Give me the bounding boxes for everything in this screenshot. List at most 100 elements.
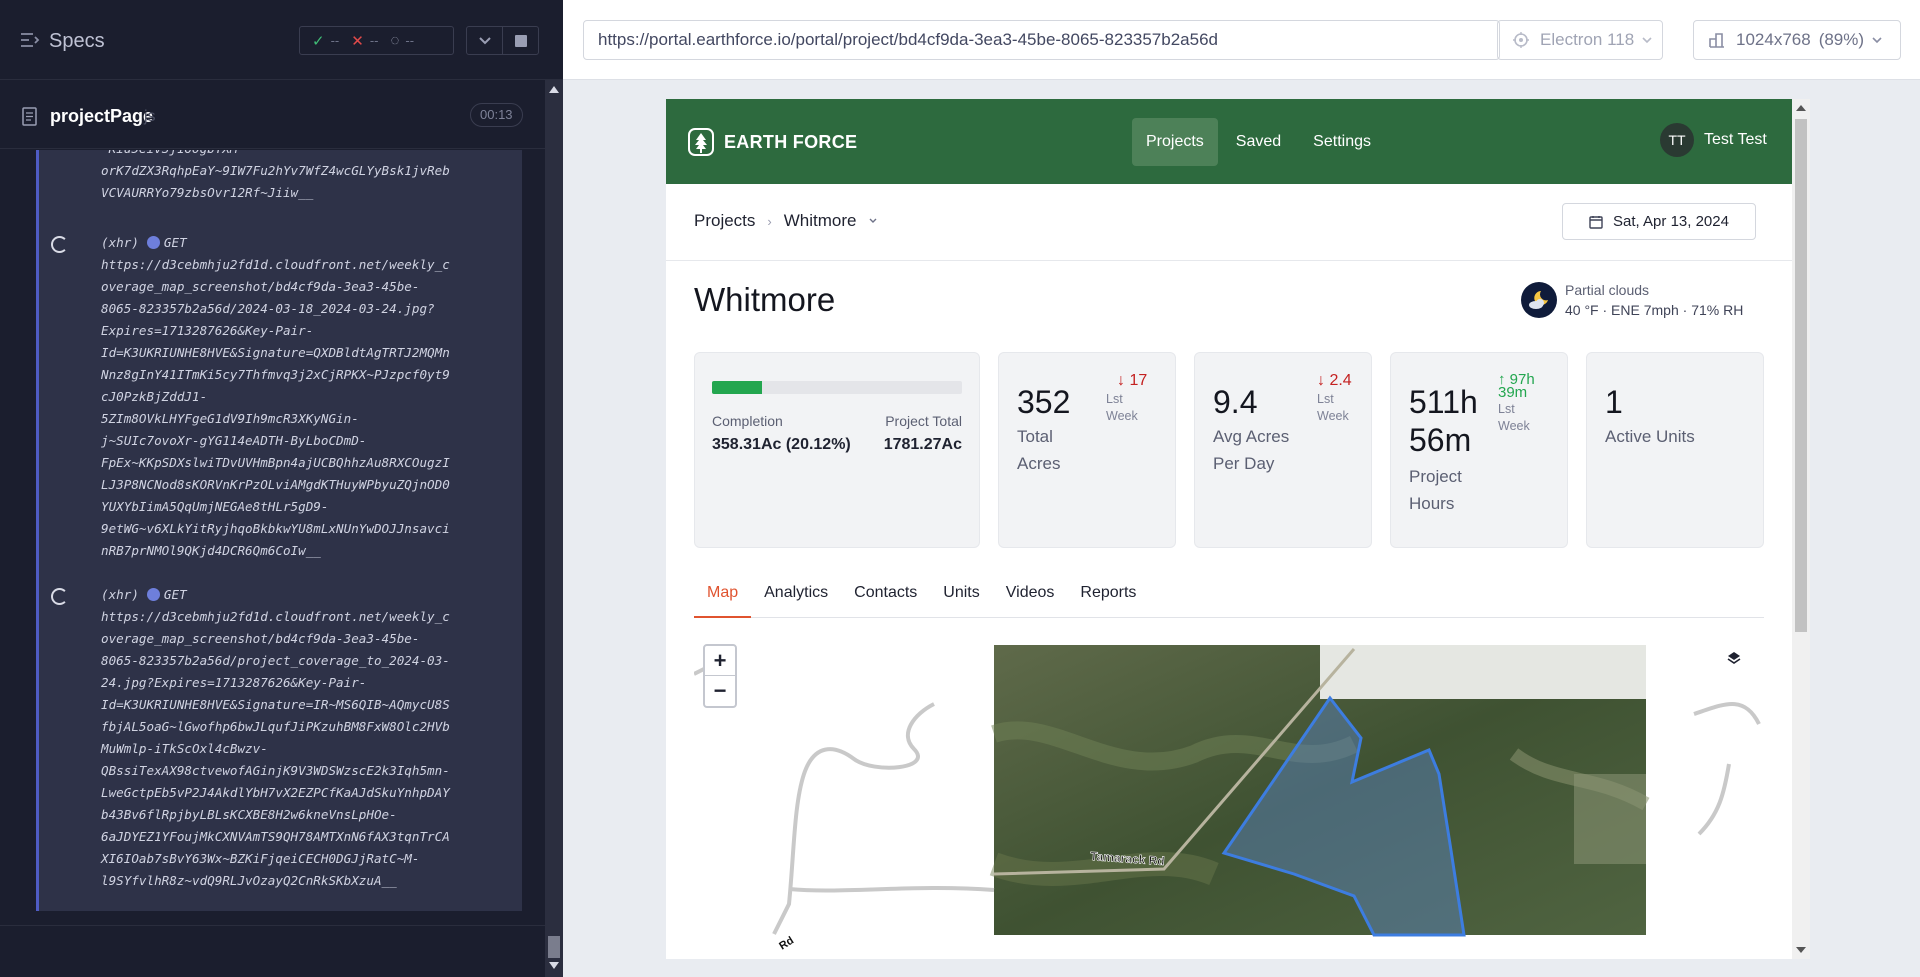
tab-videos[interactable]: Videos (993, 569, 1068, 618)
tab-reports[interactable]: Reports (1067, 569, 1149, 618)
log-entry-text: -Kiu5eivSj16OgbYXM- orK7dZX3RqhpEaY~9IW7… (101, 150, 450, 200)
metric-card-avg-acres: 9.4 Avg Acres Per Day ↓ 2.4 Lst Week (1194, 352, 1372, 548)
metric-card-active-units: 1 Active Units (1586, 352, 1764, 548)
breadcrumb-current[interactable]: Whitmore (784, 211, 877, 231)
weather-widget: Partial clouds 40 °F · ENE 7mph · 71% RH (1521, 282, 1743, 318)
metric-label: Project Hours (1409, 467, 1462, 513)
app-under-test: EARTH FORCE Projects Saved Settings TT T… (666, 99, 1810, 959)
passed-stat: ✓ -- (312, 32, 339, 50)
arrow-down-icon: ↓ (1317, 372, 1325, 389)
chevron-down-icon (1642, 36, 1652, 44)
log-method: (xhr) (101, 235, 139, 250)
metric-delta-value: 2.4 (1329, 372, 1352, 389)
spec-duration: 00:13 (470, 103, 523, 127)
failed-count: -- (369, 33, 379, 48)
weather-text: Partial clouds 40 °F · ENE 7mph · 71% RH (1565, 282, 1743, 318)
scroll-up-arrow[interactable] (1796, 105, 1806, 111)
arrow-down-icon: ↓ (1117, 372, 1125, 389)
xhr-status-icon (146, 236, 160, 249)
tab-analytics[interactable]: Analytics (751, 569, 841, 618)
project-total-label: Project Total (885, 413, 962, 429)
metric-delta: ↓ 17 (1117, 373, 1147, 389)
brand[interactable]: EARTH FORCE (688, 128, 857, 156)
metric-delta: ↑ 97h 39m (1498, 372, 1568, 400)
log-verb: GET (163, 235, 187, 250)
metric-delta: ↓ 2.4 (1317, 373, 1352, 389)
project-tabs: Map Analytics Contacts Units Videos Repo… (694, 569, 1764, 618)
tab-contacts[interactable]: Contacts (841, 569, 930, 618)
specs-title: Specs (49, 30, 105, 52)
nav-settings[interactable]: Settings (1299, 118, 1385, 166)
check-icon: ✓ (312, 32, 325, 50)
metric-value: 1 (1605, 384, 1623, 420)
run-stats: ✓ -- ✕ -- ◌ -- (299, 26, 454, 55)
user-name: Test Test (1704, 131, 1767, 148)
app-scrollbar[interactable] (1792, 99, 1810, 959)
user-menu[interactable]: TT Test Test (1660, 123, 1767, 157)
completion-progress-fill (712, 381, 763, 394)
zoom-in-button[interactable]: + (705, 646, 735, 676)
spinner-icon (51, 588, 68, 605)
tab-units[interactable]: Units (930, 569, 992, 618)
spec-row[interactable]: projectPage js 00:13 (0, 93, 545, 149)
browser-icon (1512, 31, 1530, 49)
test-options-button[interactable] (466, 26, 503, 55)
stop-button[interactable] (502, 26, 539, 55)
metric-delta-note: Lst Week (1317, 392, 1349, 423)
scroll-up-arrow[interactable] (549, 86, 559, 93)
viewport-scale: (89%) (1818, 30, 1865, 49)
date-label: Sat, Apr 13, 2024 (1613, 213, 1729, 230)
metric-label: Avg Acres Per Day (1213, 427, 1290, 473)
app-navbar: EARTH FORCE Projects Saved Settings TT T… (666, 99, 1792, 184)
metric-value: 352 (1017, 384, 1071, 420)
map-canvas[interactable]: Tamarack Rd Rd (694, 634, 1764, 959)
page-title: Whitmore (694, 281, 836, 318)
completion-progress-bar (712, 381, 962, 394)
avatar: TT (1660, 123, 1694, 157)
runner-panel: Specs ✓ -- ✕ -- ◌ -- projectPage js 00:1… (0, 0, 563, 977)
breadcrumb-current-label: Whitmore (783, 211, 857, 230)
chevron-right-icon: › (767, 213, 772, 229)
xhr-status-icon (146, 588, 160, 601)
tab-map[interactable]: Map (694, 569, 752, 618)
layers-icon (1727, 652, 1741, 664)
metric-delta-note: Lst Week (1106, 392, 1138, 423)
weather-moon-cloud-icon (1521, 282, 1557, 318)
zoom-out-button[interactable]: − (705, 676, 735, 706)
viewport-selector[interactable]: 1024x768 (89%) (1693, 20, 1901, 60)
nav-projects[interactable]: Projects (1132, 118, 1218, 166)
satellite-imagery-clear (1320, 645, 1646, 699)
calendar-icon (1589, 215, 1603, 229)
breadcrumb-projects[interactable]: Projects (694, 211, 755, 231)
aut-header: https://portal.earthforce.io/portal/proj… (563, 0, 1920, 80)
nav-saved[interactable]: Saved (1222, 118, 1295, 166)
metric-label: Total Acres (1017, 427, 1061, 473)
log-entry-header: (xhr) GET (101, 584, 511, 606)
log-scrollbar[interactable] (545, 80, 563, 977)
metric-delta-note: Lst Week (1498, 402, 1530, 433)
layers-button[interactable] (1726, 650, 1742, 671)
scroll-down-arrow[interactable] (549, 962, 559, 969)
scrollbar-thumb[interactable] (548, 936, 560, 958)
specs-list-icon[interactable] (20, 32, 40, 48)
metric-value: 511h 56m (1409, 384, 1478, 458)
url-field[interactable]: https://portal.earthforce.io/portal/proj… (583, 20, 1500, 60)
log-verb: GET (163, 587, 187, 602)
x-icon: ✕ (351, 32, 364, 50)
completion-value: 358.31Ac (20.12%) (712, 436, 851, 453)
viewport-size: 1024x768 (1736, 30, 1811, 49)
specs-header: Specs ✓ -- ✕ -- ◌ -- (0, 0, 563, 80)
road-label-rd: Rd (777, 935, 796, 953)
weather-condition: Partial clouds (1565, 282, 1650, 298)
scrollbar-thumb[interactable] (1795, 119, 1807, 632)
date-picker-button[interactable]: Sat, Apr 13, 2024 (1562, 203, 1756, 240)
passed-count: -- (330, 33, 340, 48)
spec-name: projectPage (50, 106, 154, 126)
browser-selector[interactable]: Electron 118 (1497, 20, 1663, 60)
log-entry-text: https://d3cebmhju2fd1d.cloudfront.net/we… (101, 609, 450, 888)
pending-count: -- (405, 33, 415, 48)
project-map[interactable]: Tamarack Rd Rd + − (694, 634, 1764, 959)
scroll-down-arrow[interactable] (1796, 947, 1806, 953)
metric-card-total-acres: 352 Total Acres ↓ 17 Lst Week (998, 352, 1176, 548)
metric-value: 9.4 (1213, 384, 1258, 420)
